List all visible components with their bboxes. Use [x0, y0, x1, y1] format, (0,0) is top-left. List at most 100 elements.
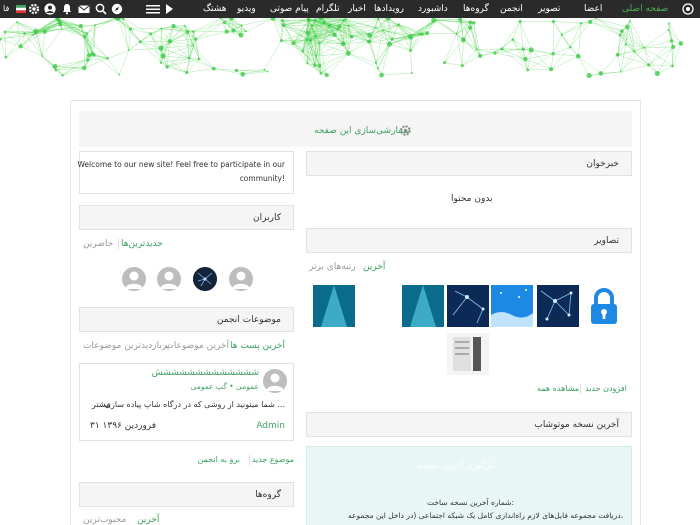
banner-node: [468, 20, 473, 25]
avatar[interactable]: [263, 369, 287, 393]
nav-item-dashboard[interactable]: داشبورد: [418, 0, 448, 18]
banner-node: [90, 52, 95, 56]
nav-item-telegram[interactable]: تلگرام: [316, 0, 340, 18]
photo-thumbnail[interactable]: [402, 285, 444, 327]
avatar[interactable]: [193, 267, 217, 291]
tab-latest-posts[interactable]: آخرین پست ها: [230, 341, 285, 351]
nav-item-photo[interactable]: تصویر: [538, 0, 560, 18]
tab-online-users[interactable]: حاضرین: [83, 239, 113, 249]
nav-item-video[interactable]: ویدیو: [237, 0, 256, 18]
banner-node: [291, 41, 296, 46]
banner-node: [281, 22, 286, 28]
customize-page-link[interactable]: سفارشی‌سازی این صفحه: [314, 126, 410, 136]
default-user-icon: [160, 271, 178, 289]
lock-icon: [591, 288, 617, 324]
banner-node: [240, 71, 246, 77]
post-author[interactable]: Admin: [256, 421, 285, 431]
view-all-photos-link[interactable]: مشاهده همه: [537, 384, 579, 393]
banner-link: [24, 33, 43, 57]
banner-node: [313, 63, 317, 67]
nav-item-events[interactable]: رویدادها: [374, 0, 404, 18]
banner-node: [263, 68, 266, 71]
banner-node: [313, 18, 317, 22]
settings-gear-icon[interactable]: [28, 3, 40, 15]
photo-thumbnail[interactable]: [447, 285, 489, 327]
go-to-forum-link[interactable]: برو به انجمن: [198, 455, 240, 464]
banner-node: [41, 55, 44, 58]
banner-node: [127, 49, 130, 52]
banner-node: [671, 64, 674, 68]
banner-node: [85, 32, 89, 35]
forum-post-card[interactable]: ششششششششششششش عمومی • گپ عمومی شما میتون…: [79, 363, 294, 441]
banner-node: [472, 21, 476, 25]
photo-thumbnail[interactable]: [537, 285, 579, 327]
tab-most-viewed-topics[interactable]: پربازدیدترین موضوعات: [83, 341, 169, 351]
banner-node: [33, 28, 39, 34]
banner-node: [349, 34, 354, 39]
banner-node: [54, 68, 58, 72]
banner-link: [672, 46, 674, 67]
nav-item-voice-message[interactable]: پیام صوتی: [270, 0, 309, 18]
tab-latest-groups[interactable]: آخرین: [137, 515, 159, 525]
screenshot-image-icon: [453, 337, 481, 371]
banner-link: [600, 54, 618, 74]
mail-icon[interactable]: [78, 3, 90, 15]
banner-node: [87, 53, 92, 58]
add-new-photo-link[interactable]: افزودن جدید: [585, 384, 627, 393]
banner-node: [238, 32, 244, 38]
nav-item-hashtag[interactable]: هشتگ: [203, 0, 227, 18]
forum-panel-header: موضوعات انجمن: [79, 307, 294, 332]
banner-link: [348, 53, 377, 63]
language-label[interactable]: فا: [3, 0, 9, 18]
new-topic-link[interactable]: موضوع جدید: [252, 455, 294, 464]
tab-newest-users[interactable]: جدیدترین‌ها: [121, 239, 163, 249]
search-icon[interactable]: [95, 3, 107, 15]
banner-node: [619, 29, 624, 33]
nav-item-members[interactable]: اعضا: [584, 0, 602, 18]
photo-thumbnail[interactable]: [313, 285, 355, 327]
site-logo-icon[interactable]: [682, 3, 694, 15]
banner-link: [476, 48, 502, 50]
nav-item-home[interactable]: صفحه اصلی: [622, 0, 668, 18]
banner-link: [501, 21, 521, 50]
language-flag-icon[interactable]: [16, 3, 28, 15]
tab-top-rated-photos[interactable]: رتبه‌های برتر: [309, 262, 356, 272]
nav-item-news[interactable]: اخبار: [348, 0, 366, 18]
banner-node: [468, 25, 473, 30]
more-arrow-icon[interactable]: [163, 3, 175, 15]
avatar[interactable]: [229, 267, 253, 291]
avatar[interactable]: [157, 267, 181, 291]
user-avatar-icon[interactable]: [44, 3, 56, 15]
banner-node: [60, 20, 62, 23]
banner-node: [500, 47, 504, 51]
photo-thumbnail[interactable]: [447, 333, 489, 375]
banner-node: [443, 61, 447, 65]
banner-node: [185, 30, 190, 34]
nav-item-groups[interactable]: گروه‌ها: [463, 0, 489, 18]
post-title[interactable]: ششششششششششششش: [152, 368, 259, 378]
nav-item-forum[interactable]: انجمن: [500, 0, 523, 18]
banner-node: [342, 18, 346, 22]
banner-node: [345, 50, 351, 56]
banner-node: [629, 19, 631, 22]
download-latest-version-banner[interactable]: بارگیری آخرین نسخه: [417, 461, 495, 471]
tab-latest-topics[interactable]: آخرین موضوعات: [165, 341, 229, 351]
notification-bell-icon[interactable]: [61, 3, 73, 15]
banner-node: [231, 28, 236, 33]
avatar[interactable]: [122, 267, 146, 291]
post-more-link[interactable]: بیشتر: [92, 400, 111, 409]
banner-node: [411, 33, 414, 36]
banner-link: [236, 69, 265, 71]
compass-icon[interactable]: [111, 3, 123, 15]
banner-node: [106, 57, 109, 60]
post-category[interactable]: عمومی • گپ عمومی: [191, 382, 259, 391]
tab-latest-photos[interactable]: آخرین: [363, 262, 385, 272]
photo-thumbnail[interactable]: [491, 285, 533, 327]
photo-thumbnail[interactable]: [583, 285, 625, 327]
tab-popular-groups[interactable]: محبوب‌ترین: [83, 515, 126, 525]
banner-link: [444, 33, 457, 63]
banner-node: [455, 32, 458, 35]
hamburger-menu-icon[interactable]: [146, 3, 160, 15]
banner-node: [381, 29, 384, 32]
customize-page-bar[interactable]: سفارشی‌سازی این صفحه: [79, 111, 632, 147]
